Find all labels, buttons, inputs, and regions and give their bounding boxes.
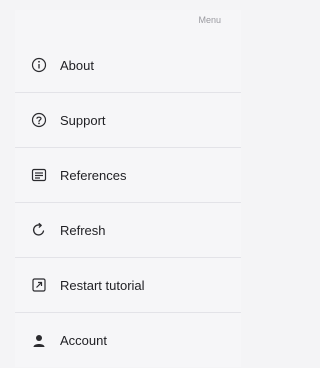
menu-item-account[interactable]: Account <box>15 313 241 368</box>
menu-item-label: Refresh <box>60 222 106 238</box>
menu-item-references[interactable]: References <box>15 148 241 203</box>
question-circle-icon <box>31 112 47 128</box>
menu-item-restart-tutorial[interactable]: Restart tutorial <box>15 258 241 313</box>
menu-item-label: References <box>60 167 127 183</box>
menu-title: Menu <box>198 15 221 25</box>
list-box-icon <box>31 167 47 183</box>
menu-item-label: Restart tutorial <box>60 277 145 293</box>
info-circle-icon <box>31 57 47 73</box>
menu-item-label: About <box>60 57 94 73</box>
refresh-icon <box>31 222 47 238</box>
menu-item-about[interactable]: About <box>15 38 241 93</box>
menu-item-support[interactable]: Support <box>15 93 241 148</box>
external-link-box-icon <box>31 277 47 293</box>
menu-item-refresh[interactable]: Refresh <box>15 203 241 258</box>
menu-item-label: Account <box>60 333 107 348</box>
person-icon <box>31 333 47 349</box>
menu-panel: Menu About Support References Refresh Re… <box>15 10 241 367</box>
menu-item-label: Support <box>60 112 106 128</box>
